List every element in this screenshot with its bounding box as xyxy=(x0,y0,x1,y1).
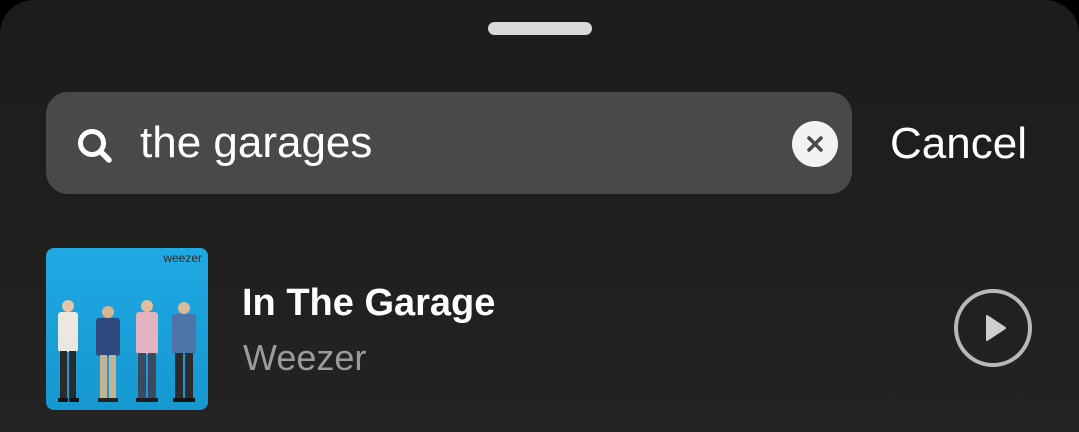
sheet-grabber-handle[interactable] xyxy=(488,22,592,35)
album-art: weezer xyxy=(46,248,208,410)
track-artist: Weezer xyxy=(243,337,367,378)
search-icon xyxy=(78,129,112,163)
song-result-row[interactable]: weezer In The Garage Weezer xyxy=(0,236,1079,422)
track-title: In The Garage xyxy=(242,282,496,324)
play-preview-button[interactable] xyxy=(953,288,1033,368)
search-input[interactable] xyxy=(140,112,760,174)
close-icon xyxy=(807,136,823,152)
album-logo-text: weezer xyxy=(162,251,202,265)
search-sheet: Cancel weezer xyxy=(0,0,1079,432)
clear-search-button[interactable] xyxy=(792,121,838,167)
album-cover-image: weezer xyxy=(46,248,208,410)
cancel-button[interactable]: Cancel xyxy=(890,116,1027,172)
play-icon xyxy=(954,289,1032,367)
